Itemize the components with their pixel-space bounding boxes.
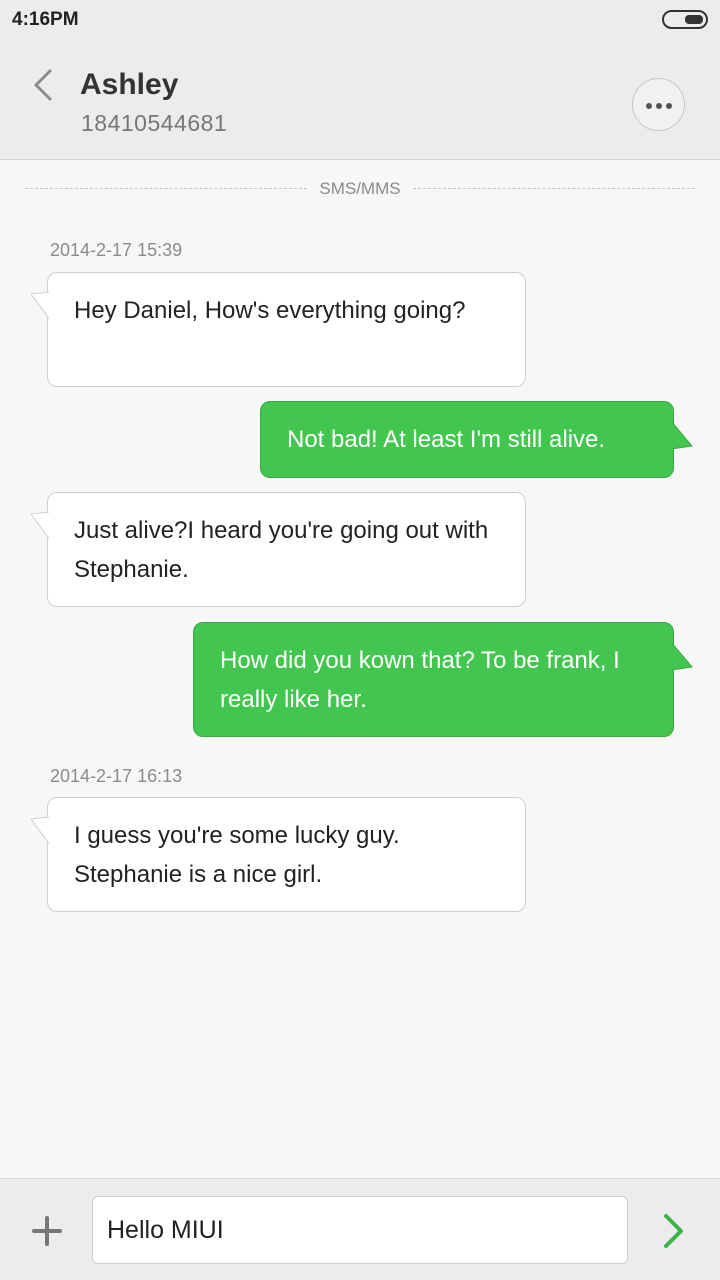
send-button[interactable] [656, 1211, 692, 1251]
status-time: 4:16PM [12, 9, 79, 30]
message-text: I guess you're some lucky guy. Stephanie… [74, 822, 400, 888]
bubble-tail [30, 816, 50, 846]
more-dots-icon [646, 103, 652, 109]
thread-divider: SMS/MMS [25, 178, 695, 202]
message-timestamp: 2014-2-17 16:13 [50, 766, 183, 786]
back-button[interactable] [28, 68, 58, 102]
incoming-message[interactable]: I guess you're some lucky guy. Stephanie… [30, 797, 526, 912]
outgoing-message[interactable]: Not bad! At least I'm still alive. [260, 401, 693, 478]
message-composer [0, 1178, 720, 1280]
message-text: Not bad! At least I'm still alive. [287, 426, 606, 453]
outgoing-message[interactable]: How did you kown that? To be frank, I re… [193, 622, 693, 737]
divider-label: SMS/MMS [315, 179, 405, 198]
bubble-tail [30, 511, 50, 541]
incoming-message[interactable]: Just alive?I heard you're going out with… [30, 492, 526, 607]
status-bar: 4:16PM [0, 0, 720, 40]
message-timestamp: 2014-2-17 15:39 [50, 240, 183, 260]
message-text: Just alive?I heard you're going out with… [74, 517, 489, 583]
bubble-tail [671, 420, 693, 450]
chevron-left-icon [34, 69, 52, 101]
message-text: Hey Daniel, How's everything going? [74, 297, 466, 324]
incoming-message[interactable]: Hey Daniel, How's everything going? [30, 272, 526, 387]
message-text: How did you kown that? To be frank, I re… [220, 647, 620, 713]
contact-name: Ashley [80, 68, 179, 101]
bubble-tail [30, 291, 50, 321]
conversation-header: Ashley 18410544681 [0, 40, 720, 160]
more-options-button[interactable] [632, 78, 685, 131]
message-input[interactable] [92, 1196, 628, 1264]
battery-icon [662, 10, 708, 29]
chevron-right-icon [664, 1214, 683, 1248]
contact-number: 18410544681 [81, 110, 228, 136]
plus-icon[interactable] [30, 1214, 64, 1248]
bubble-tail [671, 641, 693, 671]
